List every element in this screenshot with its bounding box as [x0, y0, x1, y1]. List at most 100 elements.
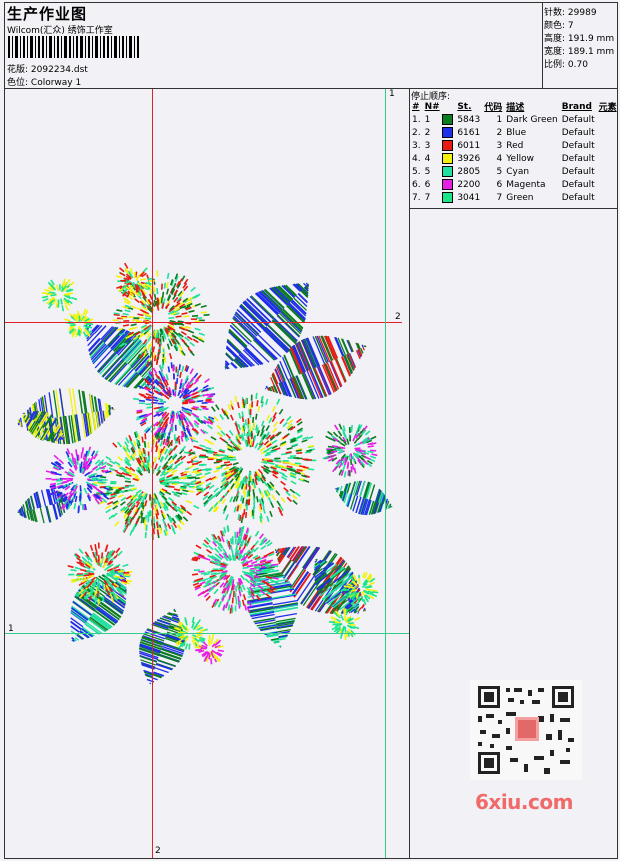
col-code: 代码	[484, 103, 503, 113]
row-needle: 5	[423, 165, 456, 178]
col-stitches: St.	[457, 101, 472, 112]
table-row: 3. 3 6011 3 Red Default	[410, 139, 619, 152]
design-file-row: 花版: 2092234.dst	[7, 62, 88, 75]
row-brand: Default	[560, 113, 597, 126]
table-row: 5. 5 2805 5 Cyan Default	[410, 165, 619, 178]
stat-colors: 颜色: 7	[544, 18, 574, 31]
row-index: 2.	[410, 126, 423, 139]
row-needle-text: 4	[424, 154, 431, 164]
color-swatch	[442, 179, 454, 190]
row-code: 6	[482, 178, 504, 191]
row-needle: 3	[423, 139, 456, 152]
row-index: 5.	[410, 165, 423, 178]
guide-red-vertical	[152, 89, 153, 858]
row-code: 3	[482, 139, 504, 152]
table-header-row: # N# St. 代码 描述 Brand 元素	[410, 100, 619, 114]
row-description-text: Green	[506, 192, 534, 203]
design-preview: 2 2 1 1	[5, 89, 409, 858]
row-brand: Default	[560, 178, 597, 191]
table-row: 2. 2 6161 2 Blue Default	[410, 126, 619, 139]
stat-value: 29989	[567, 8, 597, 18]
col-index: #	[412, 101, 420, 112]
color-swatch	[442, 192, 454, 203]
row-index: 6.	[410, 178, 423, 191]
guide-red-v-label: 2	[155, 846, 161, 856]
row-description: Blue	[504, 126, 559, 139]
row-needle: 4	[423, 152, 456, 165]
col-element: 元素	[598, 103, 617, 113]
row-needle-text: 7	[424, 193, 431, 203]
row-needle: 2	[423, 126, 456, 139]
color-swatch	[442, 153, 454, 164]
row-stitches: 3041	[455, 191, 482, 204]
row-stitches-text: 6011	[457, 140, 481, 151]
row-needle-text: 3	[424, 141, 431, 151]
col-brand: Brand	[561, 101, 592, 112]
row-description: Magenta	[504, 178, 559, 191]
row-needle: 6	[423, 178, 456, 191]
row-stitches: 6011	[455, 139, 482, 152]
row-code-text: 7	[496, 192, 503, 203]
row-element	[597, 165, 619, 178]
guide-green-v-label: 1	[389, 89, 395, 99]
row-brand-text: Default	[561, 127, 595, 138]
row-element	[597, 191, 619, 204]
row-needle: 7	[423, 191, 456, 204]
stat-label: 比例:	[544, 60, 566, 70]
row-stitches: 2805	[455, 165, 482, 178]
row-index-text: 1.	[412, 114, 421, 125]
row-description: Dark Green	[504, 113, 559, 126]
row-needle-text: 1	[424, 115, 431, 125]
row-code-text: 1	[496, 114, 503, 125]
row-code-text: 4	[496, 153, 503, 164]
row-index: 3.	[410, 139, 423, 152]
stat-value: 7	[567, 21, 574, 31]
row-element	[597, 178, 619, 191]
stat-label: 颜色:	[544, 21, 566, 31]
row-stitches-text: 3926	[457, 153, 481, 164]
row-index-text: 3.	[412, 140, 421, 151]
color-swatch	[442, 140, 454, 151]
col-needle: N#	[424, 101, 440, 112]
row-brand: Default	[560, 139, 597, 152]
stat-value: 191.9 mm	[567, 34, 615, 44]
color-swatch	[442, 166, 454, 177]
guide-green-vertical	[385, 89, 386, 858]
stop-sequence-table: # N# St. 代码 描述 Brand 元素 1. 1 5843 1 Dark Gre…	[410, 100, 619, 204]
design-value: 2092234.dst	[30, 65, 88, 75]
studio-subtitle: Wilcom(汇众) 绣饰工作室	[7, 26, 113, 36]
row-brand: Default	[560, 152, 597, 165]
row-needle-text: 2	[424, 128, 431, 138]
row-description-text: Dark Green	[506, 114, 558, 125]
row-stitches-text: 5843	[457, 114, 481, 125]
barcode	[8, 36, 139, 58]
stat-label: 宽度:	[544, 47, 566, 57]
colorway-label: 色位:	[7, 78, 29, 88]
row-code: 1	[482, 113, 504, 126]
row-needle: 1	[423, 113, 456, 126]
row-brand-text: Default	[561, 166, 595, 177]
row-brand-text: Default	[561, 153, 595, 164]
stat-value: 189.1 mm	[567, 47, 615, 57]
guide-red-horizontal	[5, 322, 402, 323]
row-stitches-text: 2200	[457, 179, 481, 190]
row-stitches-text: 2805	[457, 166, 481, 177]
qr-code	[470, 680, 582, 780]
row-needle-text: 6	[424, 180, 431, 190]
row-index: 1.	[410, 113, 423, 126]
stat-label: 针数:	[544, 8, 566, 18]
row-description: Cyan	[504, 165, 559, 178]
stat-scale: 比例: 0.70	[544, 57, 588, 70]
row-index-text: 4.	[412, 153, 421, 164]
row-stitches: 6161	[455, 126, 482, 139]
row-description-text: Magenta	[506, 179, 546, 190]
table-row: 1. 1 5843 1 Dark Green Default	[410, 113, 619, 126]
row-code: 4	[482, 152, 504, 165]
row-element	[597, 126, 619, 139]
row-description: Green	[504, 191, 559, 204]
stat-height: 高度: 191.9 mm	[544, 31, 614, 44]
row-stitches: 2200	[455, 178, 482, 191]
row-description-text: Cyan	[506, 166, 530, 177]
stats-box-divider	[542, 2, 543, 88]
row-stitches-text: 3041	[457, 192, 481, 203]
